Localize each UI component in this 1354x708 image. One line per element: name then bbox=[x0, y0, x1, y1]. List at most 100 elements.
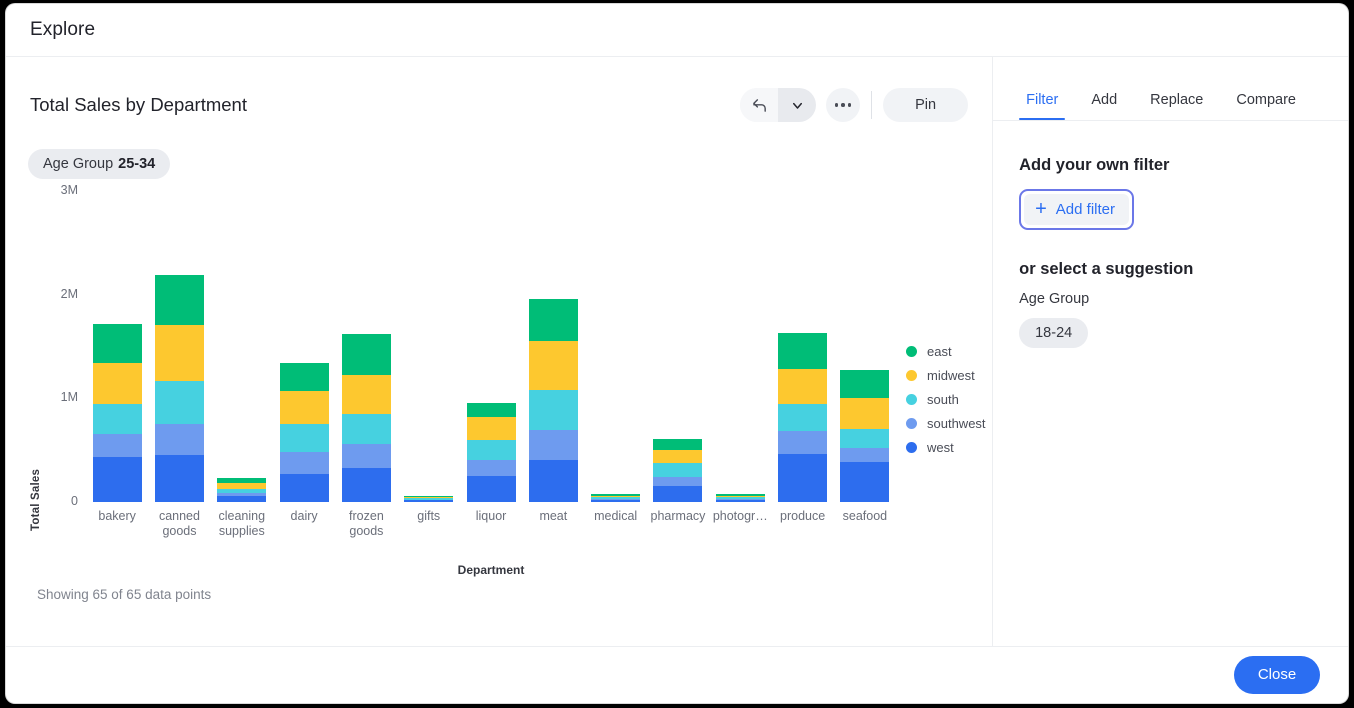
bar-segment-west[interactable] bbox=[93, 457, 142, 502]
bar-segment-west[interactable] bbox=[840, 462, 889, 502]
bar-column[interactable] bbox=[273, 191, 335, 502]
tab-filter[interactable]: Filter bbox=[1019, 92, 1065, 120]
bar-segment-south[interactable] bbox=[280, 424, 329, 452]
bar-segment-midwest[interactable] bbox=[529, 341, 578, 390]
stacked-bar[interactable] bbox=[280, 363, 329, 502]
bar-segment-south[interactable] bbox=[840, 429, 889, 448]
legend-item-southwest[interactable]: southwest bbox=[906, 411, 986, 435]
legend-item-west[interactable]: west bbox=[906, 435, 986, 459]
stacked-bar[interactable] bbox=[529, 299, 578, 502]
bar-segment-east[interactable] bbox=[467, 403, 516, 418]
bar-segment-south[interactable] bbox=[653, 463, 702, 478]
stacked-bar[interactable] bbox=[404, 496, 453, 502]
chart-toolbar: Total Sales by Department bbox=[6, 57, 992, 127]
bar-segment-east[interactable] bbox=[342, 334, 391, 374]
bar-segment-east[interactable] bbox=[93, 324, 142, 363]
tab-replace[interactable]: Replace bbox=[1143, 92, 1210, 120]
x-axis-tick-label: bakery bbox=[86, 509, 148, 539]
bar-segment-southwest[interactable] bbox=[467, 460, 516, 477]
applied-filter-chip[interactable]: Age Group 25-34 bbox=[28, 149, 170, 179]
legend-item-east[interactable]: east bbox=[906, 339, 986, 363]
stacked-bar[interactable] bbox=[840, 370, 889, 502]
bar-segment-south[interactable] bbox=[778, 404, 827, 431]
bar-column[interactable] bbox=[585, 191, 647, 502]
bar-segment-southwest[interactable] bbox=[342, 444, 391, 468]
bar-segment-west[interactable] bbox=[280, 474, 329, 502]
stacked-bar[interactable] bbox=[653, 439, 702, 502]
dialog-body: Total Sales by Department bbox=[6, 57, 1348, 646]
add-filter-button[interactable]: + Add filter bbox=[1024, 194, 1129, 225]
bar-segment-west[interactable] bbox=[716, 500, 765, 502]
legend-label: south bbox=[927, 392, 959, 407]
stacked-bar[interactable] bbox=[93, 324, 142, 502]
bar-segment-east[interactable] bbox=[155, 275, 204, 325]
bar-segment-southwest[interactable] bbox=[280, 452, 329, 474]
tab-add[interactable]: Add bbox=[1084, 92, 1124, 120]
stacked-bar[interactable] bbox=[467, 403, 516, 502]
applied-filter-value: 25-34 bbox=[118, 156, 155, 172]
bar-column[interactable] bbox=[460, 191, 522, 502]
bar-segment-east[interactable] bbox=[529, 299, 578, 342]
bar-segment-midwest[interactable] bbox=[93, 363, 142, 403]
stacked-bar[interactable] bbox=[778, 333, 827, 502]
legend-item-south[interactable]: south bbox=[906, 387, 986, 411]
bar-segment-east[interactable] bbox=[653, 439, 702, 450]
bar-segment-southwest[interactable] bbox=[155, 424, 204, 455]
bar-segment-west[interactable] bbox=[653, 486, 702, 502]
bar-segment-west[interactable] bbox=[342, 468, 391, 502]
stacked-bar[interactable] bbox=[716, 494, 765, 502]
bar-segment-south[interactable] bbox=[155, 381, 204, 425]
bar-segment-south[interactable] bbox=[529, 390, 578, 430]
bar-segment-midwest[interactable] bbox=[155, 325, 204, 381]
bar-column[interactable] bbox=[86, 191, 148, 502]
undo-button[interactable] bbox=[740, 88, 778, 122]
bar-column[interactable] bbox=[211, 191, 273, 502]
bar-column[interactable] bbox=[709, 191, 771, 502]
bar-column[interactable] bbox=[335, 191, 397, 502]
bar-segment-midwest[interactable] bbox=[467, 417, 516, 440]
stacked-bar[interactable] bbox=[591, 494, 640, 502]
bar-segment-south[interactable] bbox=[93, 404, 142, 434]
pin-button[interactable]: Pin bbox=[883, 88, 968, 122]
bar-segment-west[interactable] bbox=[778, 454, 827, 502]
bar-segment-west[interactable] bbox=[217, 496, 266, 502]
bar-segment-south[interactable] bbox=[467, 440, 516, 460]
bar-segment-south[interactable] bbox=[342, 414, 391, 444]
bar-segment-southwest[interactable] bbox=[840, 448, 889, 461]
bar-segment-midwest[interactable] bbox=[280, 391, 329, 424]
bar-column[interactable] bbox=[522, 191, 584, 502]
suggestion-chip[interactable]: 18-24 bbox=[1019, 318, 1088, 348]
bar-segment-midwest[interactable] bbox=[342, 375, 391, 414]
undo-history-dropdown[interactable] bbox=[778, 88, 816, 122]
sidebar-tabs: Filter Add Replace Compare bbox=[993, 57, 1348, 121]
bar-segment-midwest[interactable] bbox=[653, 450, 702, 462]
bar-column[interactable] bbox=[398, 191, 460, 502]
stacked-bar[interactable] bbox=[155, 275, 204, 502]
close-button[interactable]: Close bbox=[1234, 656, 1320, 694]
bar-segment-southwest[interactable] bbox=[93, 434, 142, 458]
stacked-bar[interactable] bbox=[217, 478, 266, 502]
bar-segment-southwest[interactable] bbox=[778, 431, 827, 455]
bar-segment-east[interactable] bbox=[840, 370, 889, 398]
bar-column[interactable] bbox=[647, 191, 709, 502]
bar-segment-southwest[interactable] bbox=[653, 477, 702, 486]
bar-segment-west[interactable] bbox=[467, 476, 516, 502]
bar-segment-west[interactable] bbox=[404, 500, 453, 502]
bar-segment-west[interactable] bbox=[529, 460, 578, 503]
legend-item-midwest[interactable]: midwest bbox=[906, 363, 986, 387]
bar-segment-midwest[interactable] bbox=[778, 369, 827, 403]
bar-column[interactable] bbox=[771, 191, 833, 502]
bar-segment-west[interactable] bbox=[155, 455, 204, 502]
more-options-button[interactable] bbox=[826, 88, 860, 122]
chart-pane: Total Sales by Department bbox=[6, 57, 993, 646]
x-axis-tick-label: liquor bbox=[460, 509, 522, 539]
bar-segment-southwest[interactable] bbox=[529, 430, 578, 459]
stacked-bar[interactable] bbox=[342, 334, 391, 502]
tab-compare[interactable]: Compare bbox=[1229, 92, 1303, 120]
bar-segment-midwest[interactable] bbox=[840, 398, 889, 429]
bar-segment-east[interactable] bbox=[280, 363, 329, 391]
bar-segment-west[interactable] bbox=[591, 500, 640, 502]
bar-segment-east[interactable] bbox=[778, 333, 827, 369]
bar-column[interactable] bbox=[148, 191, 210, 502]
bar-column[interactable] bbox=[834, 191, 896, 502]
